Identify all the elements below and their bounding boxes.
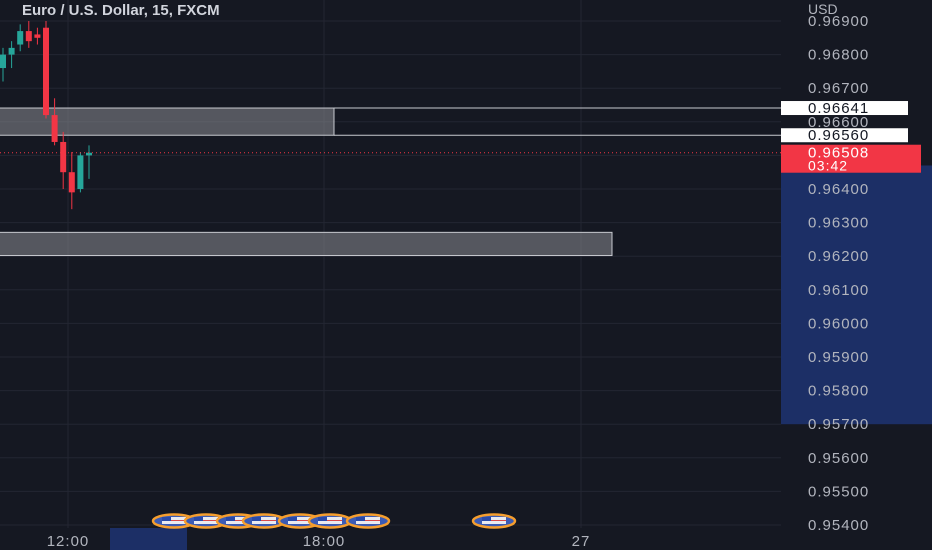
- us-flag-event-icon[interactable]: [345, 513, 391, 529]
- currency-label: USD: [808, 1, 838, 17]
- price-tick-label: 0.96700: [808, 80, 869, 97]
- price-tick-label: 0.95900: [808, 349, 869, 366]
- candle-body: [25, 31, 32, 42]
- time-tick-label: 27: [572, 533, 591, 550]
- price-tick-label: 0.95400: [808, 517, 869, 534]
- price-tick-label: 0.96800: [808, 47, 869, 64]
- current-price-tag: 0.9650803:42: [781, 144, 921, 174]
- time-tick-label: 18:00: [303, 533, 346, 550]
- interval-label: 15: [152, 2, 169, 19]
- time-range-highlight: [110, 528, 187, 550]
- price-tick-label: 0.95700: [808, 416, 869, 433]
- economic-events[interactable]: [151, 513, 517, 529]
- zones-layer: [0, 107, 613, 257]
- symbol-name: Euro / U.S. Dollar: [22, 2, 144, 19]
- flag-canton: [226, 517, 235, 521]
- price-tick-label: 0.96000: [808, 315, 869, 332]
- supply-demand-zone: [0, 107, 335, 136]
- level-tag-label: 0.96641: [808, 100, 869, 117]
- candle-body: [34, 34, 41, 38]
- candle-body: [17, 31, 24, 45]
- candle-body: [0, 54, 6, 69]
- flag-canton: [318, 517, 327, 521]
- flag-canton: [162, 517, 171, 521]
- candle-body: [77, 155, 84, 189]
- countdown-label: 03:42: [808, 158, 848, 174]
- flag-canton: [288, 517, 297, 521]
- price-tick-label: 0.96200: [808, 248, 869, 265]
- candle-body: [43, 27, 49, 116]
- price-tick-label: 0.96400: [808, 181, 869, 198]
- candle-body: [8, 47, 15, 55]
- price-tick-label: 0.95800: [808, 383, 869, 400]
- price-tick-label: 0.96100: [808, 282, 869, 299]
- flag-canton: [252, 517, 261, 521]
- price-tick-label: 0.96300: [808, 215, 869, 232]
- flag-canton: [194, 517, 203, 521]
- level-tag-label: 0.96560: [808, 127, 869, 144]
- symbol-title[interactable]: Euro / U.S. Dollar, 15, FXCM: [22, 2, 220, 20]
- candle-body: [60, 141, 67, 173]
- candle-body: [68, 172, 75, 193]
- exchange-label: FXCM: [177, 2, 220, 19]
- price-chart[interactable]: 0.969000.968000.967000.966000.965000.964…: [0, 0, 932, 550]
- us-flag-event-icon[interactable]: [307, 513, 353, 529]
- chart-grid: [0, 0, 781, 528]
- time-tick-label: 12:00: [47, 533, 90, 550]
- price-tick-label: 0.95500: [808, 483, 869, 500]
- flag-canton: [356, 517, 365, 521]
- us-flag-event-icon[interactable]: [471, 513, 517, 529]
- flag-canton: [482, 517, 491, 521]
- candle-body: [51, 115, 58, 142]
- supply-demand-zone: [0, 231, 613, 257]
- price-tick-label: 0.95600: [808, 450, 869, 467]
